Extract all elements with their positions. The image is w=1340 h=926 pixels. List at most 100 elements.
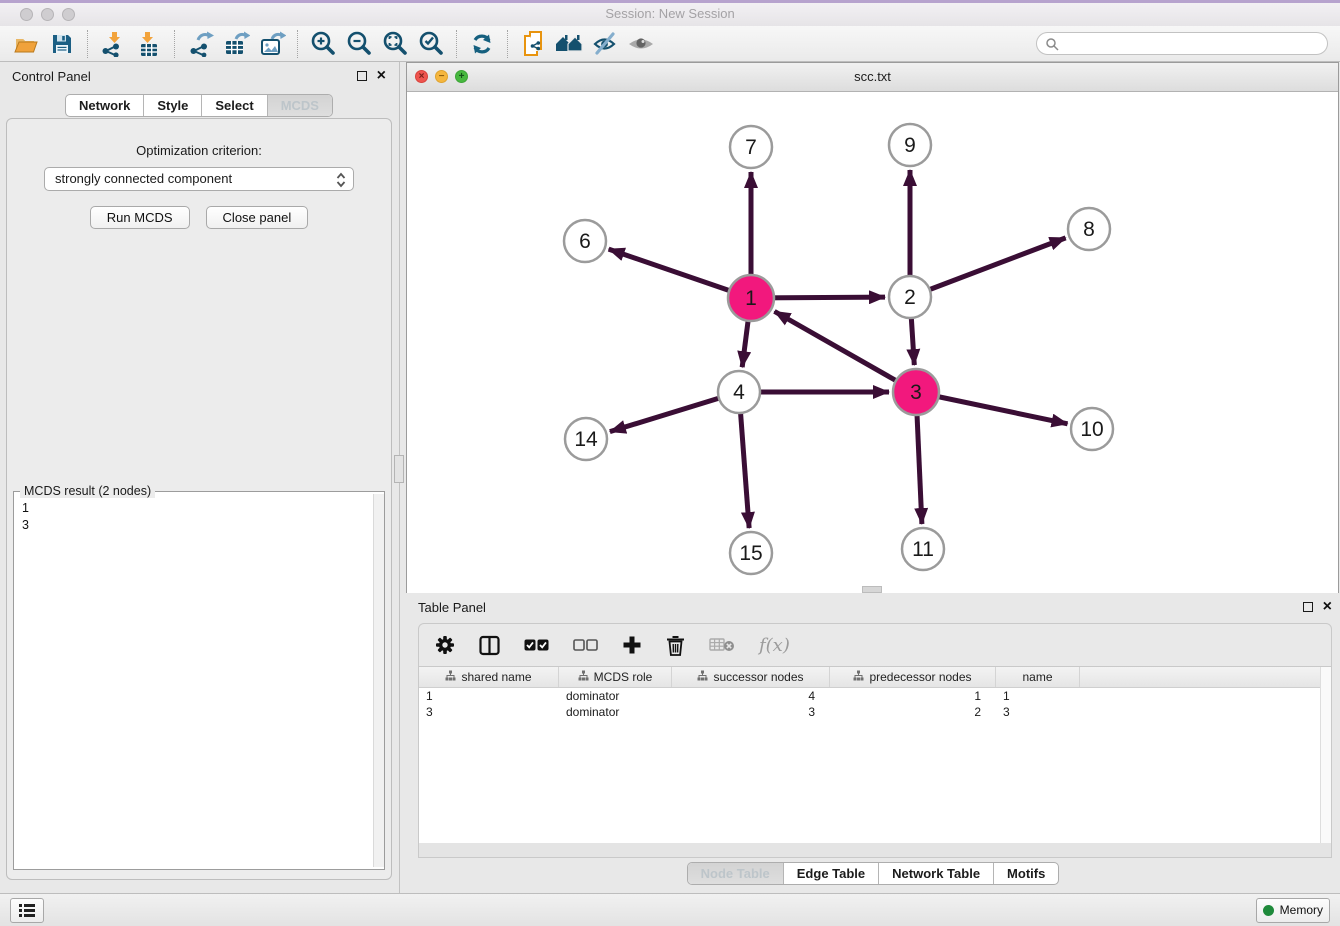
network-graph[interactable]: 1234678910111415 (407, 92, 1338, 593)
column-header-shared-name[interactable]: shared name (419, 667, 559, 687)
function-builder-icon: f(x) (759, 635, 790, 656)
close-table-panel-icon[interactable]: × (1323, 602, 1332, 612)
tab-style[interactable]: Style (143, 95, 201, 116)
table-cell: dominator (559, 688, 672, 704)
org-chart-icon (697, 670, 708, 684)
zoom-out-icon[interactable] (341, 29, 377, 59)
column-header-label: successor nodes (713, 670, 803, 684)
panel-splitter-grip[interactable] (394, 455, 404, 483)
import-network-icon[interactable] (95, 29, 131, 59)
tab-node-table[interactable]: Node Table (688, 863, 783, 884)
node-table-header: shared name MCDS role successor nodes prede… (419, 667, 1331, 688)
task-history-button[interactable] (10, 898, 44, 923)
list-icon (17, 901, 37, 919)
node-table[interactable]: shared name MCDS role successor nodes prede… (418, 667, 1332, 843)
tab-network[interactable]: Network (66, 95, 143, 116)
hide-selected-icon[interactable] (587, 29, 623, 59)
home-fit-content-icon[interactable] (551, 29, 587, 59)
desktop-edge (0, 0, 1340, 3)
table-cell: 1 (830, 688, 996, 704)
mcds-result-legend: MCDS result (2 nodes) (20, 484, 155, 498)
select-stepper-icon (335, 171, 347, 196)
column-header-label: MCDS role (594, 670, 653, 684)
org-chart-icon (578, 670, 589, 684)
deselect-all-checkboxes-icon[interactable] (573, 639, 598, 651)
graph-node-label: 6 (579, 230, 591, 253)
table-scrollbar[interactable] (1320, 667, 1331, 843)
column-header-predecessor-nodes[interactable]: predecessor nodes (830, 667, 996, 687)
network-view-title: scc.txt (407, 69, 1338, 84)
share-clipboard-icon[interactable] (515, 29, 551, 59)
float-table-panel-icon[interactable] (1303, 602, 1313, 612)
canvas-scroll-grip[interactable] (862, 586, 882, 593)
zoom-in-icon[interactable] (305, 29, 341, 59)
window-titlebar: Session: New Session (0, 0, 1340, 27)
table-cell: 3 (419, 704, 559, 720)
table-cell: dominator (559, 704, 672, 720)
mcds-result-line: 3 (22, 517, 378, 534)
graph-node-label: 7 (745, 136, 757, 159)
delete-column-icon[interactable] (666, 635, 685, 656)
table-footer-strip (418, 843, 1332, 858)
tab-select[interactable]: Select (201, 95, 266, 116)
tab-edge-table[interactable]: Edge Table (783, 863, 878, 884)
memory-status-icon (1263, 905, 1274, 916)
org-chart-icon (445, 670, 456, 684)
table-row[interactable]: 1dominator411 (419, 688, 1331, 704)
search-icon (1045, 37, 1059, 51)
run-mcds-button[interactable]: Run MCDS (90, 206, 190, 229)
refresh-view-icon[interactable] (464, 29, 500, 59)
toolbar-separator (87, 30, 88, 58)
mcds-result-list[interactable]: 13 (14, 492, 384, 534)
memory-button[interactable]: Memory (1256, 898, 1330, 923)
graph-node-label: 15 (739, 542, 762, 565)
table-cell: 1 (996, 688, 1080, 704)
table-cell: 3 (996, 704, 1080, 720)
graph-edge-3-1[interactable] (774, 311, 916, 392)
search-field[interactable] (1036, 32, 1328, 55)
memory-button-label: Memory (1280, 903, 1323, 917)
graph-edge-2-8[interactable] (910, 238, 1066, 297)
export-image-icon[interactable] (254, 29, 290, 59)
show-all-icon[interactable] (623, 29, 659, 59)
float-panel-icon[interactable] (357, 71, 367, 81)
column-header-name[interactable]: name (996, 667, 1080, 687)
result-scrollbar[interactable] (373, 494, 384, 867)
show-columns-icon[interactable] (479, 635, 500, 656)
table-row[interactable]: 3dominator323 (419, 704, 1331, 720)
add-column-icon[interactable] (622, 635, 642, 655)
status-bar: Memory (0, 893, 1340, 926)
settings-gear-icon[interactable] (435, 635, 455, 655)
zoom-fit-icon[interactable] (377, 29, 413, 59)
table-cell: 2 (830, 704, 996, 720)
close-panel-icon[interactable]: × (377, 71, 386, 81)
table-tabbar: Node TableEdge TableNetwork TableMotifs (687, 862, 1060, 885)
column-header-MCDS-role[interactable]: MCDS role (559, 667, 672, 687)
tab-motifs[interactable]: Motifs (993, 863, 1058, 884)
import-table-icon[interactable] (131, 29, 167, 59)
graph-node-label: 9 (904, 134, 916, 157)
application-window: Session: New Session (0, 0, 1340, 926)
toolbar-separator (507, 30, 508, 58)
control-panel: Control Panel × NetworkStyleSelectMCDS O… (0, 62, 398, 893)
open-session-icon[interactable] (8, 29, 44, 59)
optimization-criterion-label: Optimization criterion: (7, 143, 391, 158)
mcds-result-box: MCDS result (2 nodes) 13 (13, 491, 385, 870)
optimization-criterion-select[interactable]: strongly connected component (44, 167, 354, 191)
select-all-checkboxes-icon[interactable] (524, 639, 549, 651)
column-header-successor-nodes[interactable]: successor nodes (672, 667, 830, 687)
search-input[interactable] (1064, 34, 1327, 54)
save-session-icon[interactable] (44, 29, 80, 59)
network-canvas[interactable]: 1234678910111415 (407, 92, 1338, 593)
graph-node-label: 2 (904, 286, 916, 309)
export-network-icon[interactable] (182, 29, 218, 59)
graph-node-label: 11 (912, 538, 934, 561)
zoom-selected-icon[interactable] (413, 29, 449, 59)
graph-node-label: 1 (745, 287, 757, 310)
tab-mcds[interactable]: MCDS (267, 95, 332, 116)
column-header-label: predecessor nodes (869, 670, 971, 684)
tab-network-table[interactable]: Network Table (878, 863, 993, 884)
export-table-icon[interactable] (218, 29, 254, 59)
org-chart-icon (853, 670, 864, 684)
close-panel-button[interactable]: Close panel (206, 206, 309, 229)
